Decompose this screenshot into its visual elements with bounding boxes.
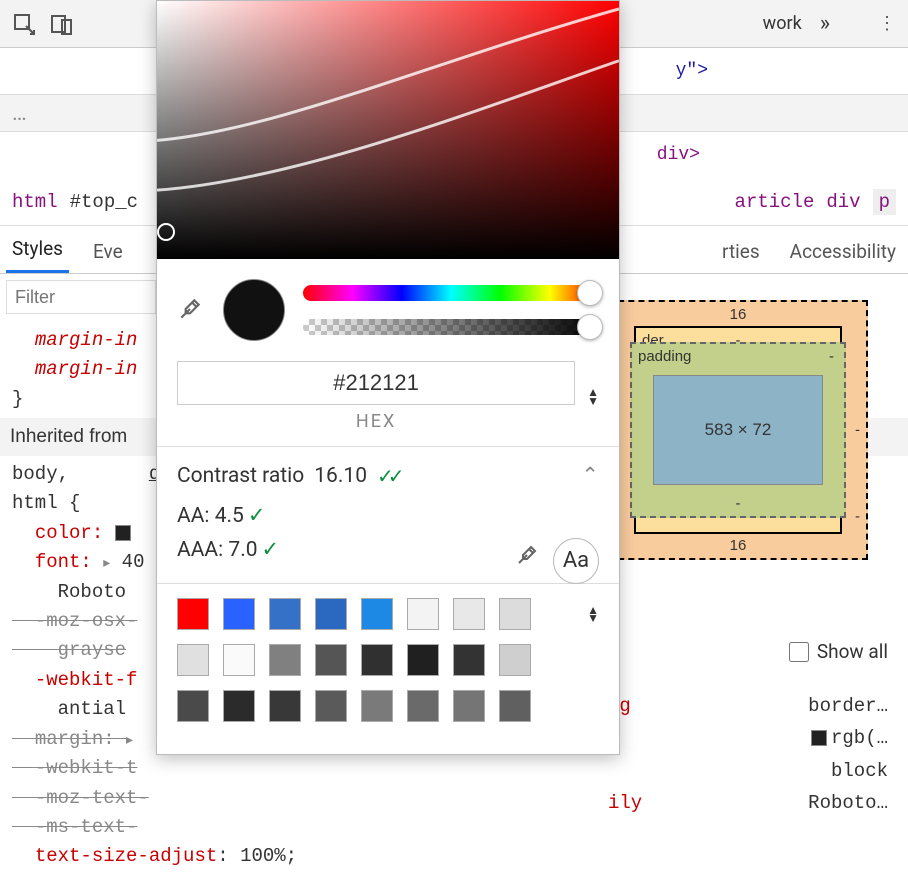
palette-swatch[interactable] [223, 644, 255, 676]
palette-swatch[interactable] [361, 644, 393, 676]
palette-swatch[interactable] [499, 598, 531, 630]
select-element-icon[interactable] [10, 10, 38, 38]
collapse-icon[interactable]: ⌃ [581, 463, 599, 488]
current-color-preview [223, 279, 285, 341]
box-model-content: 583 × 72 [653, 375, 823, 485]
alpha-slider[interactable] [303, 319, 599, 335]
show-all-row: Show all [789, 640, 888, 663]
filter-input[interactable] [6, 280, 156, 314]
eyedropper-icon[interactable] [177, 296, 205, 324]
color-picker-popover: HEX ▲▼ Contrast ratio 16.10 ✓✓ ⌃ AA: 4.5… [156, 0, 620, 755]
tab-properties[interactable]: rties [716, 230, 766, 273]
color-format-label: HEX [177, 411, 575, 432]
palette-swatch[interactable] [223, 690, 255, 722]
color-swatch[interactable] [115, 525, 131, 541]
palette-swatch[interactable] [315, 690, 347, 722]
palette-swatch[interactable] [361, 690, 393, 722]
tab-event-listeners[interactable]: Eve [87, 230, 129, 273]
box-model: der - padding - - 583 × 72 16 16 - - [608, 300, 868, 560]
palette-swatch[interactable] [407, 598, 439, 630]
hue-thumb[interactable] [577, 280, 603, 306]
tabs-overflow-icon[interactable]: » [820, 11, 830, 36]
show-all-label: Show all [817, 640, 888, 663]
tab-accessibility[interactable]: Accessibility [784, 230, 902, 273]
palette-section: ▲▼ [157, 584, 619, 754]
contrast-sample-icon[interactable]: Aa [553, 538, 599, 584]
contrast-section: Contrast ratio 16.10 ✓✓ ⌃ AA: 4.5✓ AAA: … [157, 447, 619, 583]
palette-swatch[interactable] [177, 690, 209, 722]
double-check-icon: ✓✓ [377, 464, 399, 488]
alpha-thumb[interactable] [577, 314, 603, 340]
palette-swatch[interactable] [407, 644, 439, 676]
show-all-checkbox[interactable] [789, 642, 809, 662]
breadcrumb-html[interactable]: html [12, 191, 58, 213]
breadcrumb-p[interactable]: p [873, 189, 896, 215]
palette-swatch[interactable] [177, 598, 209, 630]
breadcrumb-article[interactable]: article [735, 191, 815, 213]
palette-swatch[interactable] [223, 598, 255, 630]
palette-swatch[interactable] [269, 598, 301, 630]
palette-swatch[interactable] [453, 644, 485, 676]
tab-network[interactable]: work [755, 13, 810, 34]
sv-cursor[interactable] [157, 223, 175, 241]
check-icon: ✓ [262, 538, 280, 562]
breadcrumb-div[interactable]: div [826, 191, 860, 213]
palette-swatch[interactable] [315, 644, 347, 676]
tab-styles[interactable]: Styles [6, 227, 69, 273]
expand-icon[interactable]: ▸ [103, 554, 110, 576]
palette-swatch[interactable] [315, 598, 347, 630]
palette-swatch[interactable] [407, 690, 439, 722]
palette-swatch[interactable] [453, 598, 485, 630]
format-stepper[interactable]: ▲▼ [587, 388, 599, 405]
palette-swatch[interactable] [453, 690, 485, 722]
palette-swatch[interactable] [177, 644, 209, 676]
breadcrumb-top[interactable]: #top_c [70, 191, 138, 213]
eyedropper-icon[interactable] [515, 543, 539, 579]
computed-properties: ngborder… rgb(… block ilyRoboto… [608, 690, 888, 819]
palette-swatch[interactable] [499, 690, 531, 722]
hex-input[interactable] [177, 361, 575, 405]
hue-slider[interactable] [303, 285, 599, 301]
kebab-menu-icon[interactable]: ⋮ [878, 13, 898, 34]
color-swatch[interactable] [811, 730, 827, 746]
check-icon: ✓ [248, 504, 266, 528]
saturation-value-area[interactable] [157, 1, 619, 259]
palette-swatch[interactable] [361, 598, 393, 630]
palette-swatch[interactable] [499, 644, 531, 676]
device-toggle-icon[interactable] [48, 10, 76, 38]
palette-swatch[interactable] [269, 644, 301, 676]
palette-stepper[interactable]: ▲▼ [587, 606, 599, 623]
palette-swatch[interactable] [269, 690, 301, 722]
